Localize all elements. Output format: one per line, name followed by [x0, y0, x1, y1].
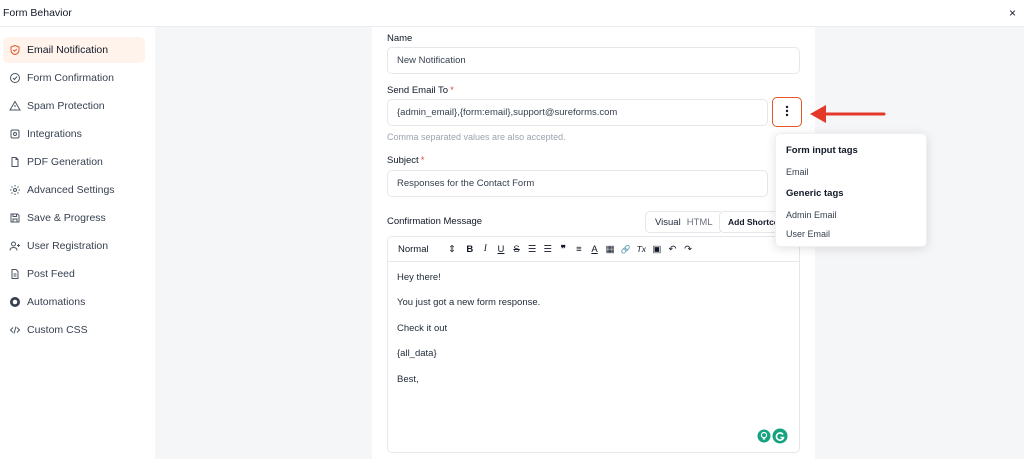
name-input[interactable]: New Notification	[387, 47, 800, 74]
underline-button[interactable]: U	[493, 242, 509, 256]
sidebar-item-label: Post Feed	[27, 268, 75, 280]
add-shortcode-button[interactable]: Add Shortcode	[719, 211, 779, 233]
sidebar-item-spam-protection[interactable]: Spam Protection	[3, 93, 145, 119]
highlight-button[interactable]: ▦	[602, 242, 618, 256]
link-button[interactable]: 🔗	[618, 242, 634, 256]
italic-button[interactable]: I	[478, 242, 494, 256]
close-icon[interactable]: ×	[1009, 6, 1016, 20]
subject-input[interactable]: Responses for the Contact Form	[387, 170, 768, 197]
sidebar-item-post-feed[interactable]: Post Feed	[3, 261, 145, 287]
text-color-button[interactable]: A	[587, 242, 603, 256]
more-vertical-icon	[785, 105, 789, 120]
bold-button[interactable]: B	[462, 242, 478, 256]
sidebar-item-label: Spam Protection	[27, 100, 105, 112]
undo-button[interactable]: ↶	[665, 242, 681, 256]
smart-tags-button[interactable]	[772, 97, 802, 127]
send-to-help: Comma separated values are also accepted…	[387, 132, 566, 142]
settings-sidebar: Email Notification Form Confirmation Spa…	[0, 27, 155, 459]
sidebar-item-label: Email Notification	[27, 44, 109, 56]
editor-toolbar: Normal ⇕ B I U S ☰ ☰ ❞ ≡ A ▦ 🔗 Tx ▣ ↶ ↷	[387, 236, 800, 261]
tab-visual[interactable]: Visual	[655, 217, 681, 228]
subject-label: Subject *	[387, 155, 425, 166]
quote-button[interactable]: ❞	[556, 242, 572, 256]
required-mark: *	[450, 85, 454, 96]
file-text-icon	[8, 268, 21, 281]
shield-check-icon	[8, 44, 21, 57]
editor-line: Best,	[397, 374, 419, 385]
sidebar-item-custom-css[interactable]: Custom CSS	[3, 317, 145, 343]
dropdown-item-user-email[interactable]: User Email	[786, 229, 830, 239]
sidebar-item-save-progress[interactable]: Save & Progress	[3, 205, 145, 231]
sidebar-item-label: Automations	[27, 296, 86, 308]
sidebar-item-label: Form Confirmation	[27, 72, 114, 84]
sidebar-item-label: Custom CSS	[27, 324, 88, 336]
circle-check-icon	[8, 72, 21, 85]
bullet-list-button[interactable]: ☰	[540, 242, 556, 256]
ordered-list-button[interactable]: ☰	[524, 242, 540, 256]
sidebar-item-advanced-settings[interactable]: Advanced Settings	[3, 177, 145, 203]
select-chevron-icon: ⇕	[448, 243, 456, 255]
subject-value: Responses for the Contact Form	[397, 178, 535, 189]
editor-line: Hey there!	[397, 272, 441, 283]
sidebar-item-integrations[interactable]: Integrations	[3, 121, 145, 147]
sidebar-item-label: Advanced Settings	[27, 184, 115, 196]
align-button[interactable]: ≡	[571, 242, 587, 256]
sidebar-item-label: PDF Generation	[27, 156, 103, 168]
automation-icon	[8, 296, 21, 309]
sidebar-item-pdf-generation[interactable]: PDF Generation	[3, 149, 145, 175]
warning-triangle-icon	[8, 100, 21, 113]
integrations-icon	[8, 128, 21, 141]
format-select-value: Normal	[398, 243, 429, 255]
user-plus-icon	[8, 240, 21, 253]
sidebar-item-form-confirmation[interactable]: Form Confirmation	[3, 65, 145, 91]
gear-icon	[8, 184, 21, 197]
send-to-label: Send Email To *	[387, 85, 454, 96]
send-to-input[interactable]: {admin_email},{form:email},support@suref…	[387, 99, 768, 126]
name-label: Name	[387, 33, 413, 44]
dropdown-heading-form-input: Form input tags	[786, 145, 858, 156]
clear-format-button[interactable]: Tx	[634, 242, 650, 256]
sidebar-item-label: Integrations	[27, 128, 82, 140]
modal-title: Form Behavior	[3, 7, 72, 19]
editor-line: Check it out	[397, 323, 448, 334]
file-icon	[8, 156, 21, 169]
image-button[interactable]: ▣	[649, 242, 665, 256]
modal-header: Form Behavior ×	[0, 0, 1024, 27]
message-label: Confirmation Message	[387, 216, 483, 227]
strikethrough-button[interactable]: S	[509, 242, 525, 256]
sidebar-item-label: User Registration	[27, 240, 109, 252]
annotation-arrow-icon	[810, 105, 886, 123]
editor-line: {all_data}	[397, 348, 437, 359]
format-select[interactable]: Normal ⇕	[398, 244, 456, 255]
sidebar-item-label: Save & Progress	[27, 212, 106, 224]
sidebar-item-email-notification[interactable]: Email Notification	[3, 37, 145, 63]
dropdown-item-admin-email[interactable]: Admin Email	[786, 210, 837, 220]
code-icon	[8, 324, 21, 337]
name-value: New Notification	[397, 55, 466, 66]
save-icon	[8, 212, 21, 225]
grammarly-icon[interactable]	[757, 428, 789, 444]
redo-button[interactable]: ↷	[680, 242, 696, 256]
sidebar-item-user-registration[interactable]: User Registration	[3, 233, 145, 259]
tab-html[interactable]: HTML	[687, 217, 713, 228]
editor-line: You just got a new form response.	[397, 297, 541, 308]
sidebar-item-automations[interactable]: Automations	[3, 289, 145, 315]
message-editor[interactable]: Hey there! You just got a new form respo…	[387, 261, 800, 453]
editor-mode-tabs: Visual HTML	[645, 211, 723, 233]
dropdown-heading-generic: Generic tags	[786, 188, 844, 199]
send-to-value: {admin_email},{form:email},support@suref…	[397, 107, 618, 118]
dropdown-item-email[interactable]: Email	[786, 167, 809, 177]
smart-tags-dropdown: Form input tags Email Generic tags Admin…	[775, 133, 927, 247]
required-mark: *	[420, 155, 425, 166]
